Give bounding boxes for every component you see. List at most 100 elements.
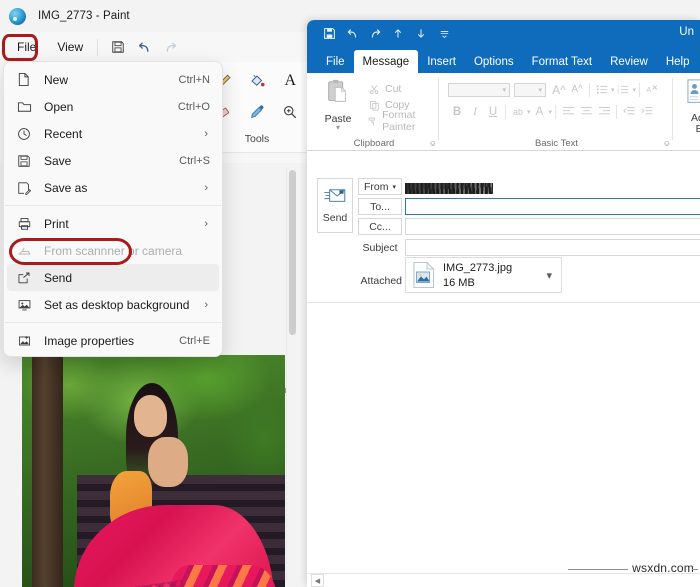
chevron-down-icon[interactable]: ▾ [317, 125, 359, 131]
grow-font-icon[interactable]: A^ [550, 81, 568, 98]
font-size-select[interactable]: ▾ [514, 83, 546, 97]
outlook-horizontal-scrollbar[interactable]: ◀ [307, 573, 700, 587]
from-button[interactable]: From ▾ [358, 178, 402, 195]
menu-item-recent[interactable]: Recent › [7, 120, 219, 147]
fill-bucket-icon[interactable] [244, 69, 270, 93]
menu-item-from-scanner-or-camera: From scannner or camera [7, 237, 219, 264]
format-painter-icon [366, 116, 379, 127]
down-arrow-icon[interactable] [411, 24, 431, 44]
tab-options[interactable]: Options [465, 50, 523, 73]
format-painter-button[interactable]: Format Painter [366, 113, 439, 129]
menu-item-label: Send [44, 271, 210, 285]
outlook-ribbon-tabs: File Message Insert Options Format Text … [307, 47, 700, 73]
menu-item-open[interactable]: Open Ctrl+O [7, 93, 219, 120]
tab-message[interactable]: Message [354, 50, 419, 73]
outlook-ribbon: Paste ▾ Cut Copy [307, 73, 700, 151]
chevron-down-icon[interactable]: ▾ [546, 269, 555, 282]
attached-label: Attached [347, 275, 402, 287]
address-book-line2: Boo [675, 124, 700, 135]
magnifier-icon[interactable] [277, 100, 303, 124]
clipboard-icon [325, 94, 351, 111]
up-arrow-icon[interactable] [388, 24, 408, 44]
paint-view-menu-button[interactable]: View [48, 35, 92, 59]
save-disk-icon[interactable] [107, 36, 129, 58]
paint-vertical-scrollbar[interactable] [286, 168, 297, 580]
italic-icon[interactable]: I [466, 103, 484, 120]
menu-item-label: Print [44, 217, 204, 231]
menu-item-save[interactable]: Save Ctrl+S [7, 147, 219, 174]
menu-item-image-properties[interactable]: Image properties Ctrl+E [7, 327, 219, 354]
customize-qat-icon[interactable] [434, 24, 454, 44]
from-label: From [364, 181, 389, 193]
menu-item-new[interactable]: New Ctrl+N [7, 66, 219, 93]
numbering-icon[interactable]: 123 [615, 81, 633, 98]
shrink-font-icon[interactable]: A^ [568, 81, 586, 98]
undo-arrow-icon[interactable] [133, 36, 155, 58]
tab-insert[interactable]: Insert [418, 50, 465, 73]
names-group-label: N [675, 138, 700, 149]
svg-text:3: 3 [617, 91, 619, 95]
scissors-icon [366, 84, 382, 95]
tab-help[interactable]: Help [657, 50, 699, 73]
text-tool-icon[interactable]: A [277, 69, 303, 93]
to-button[interactable]: To... [358, 198, 402, 215]
cc-button[interactable]: Cc... [358, 218, 402, 235]
font-color-icon[interactable]: A [531, 103, 549, 120]
menu-item-set-as-desktop-background[interactable]: Set as desktop background › [7, 291, 219, 318]
menu-item-label: Save as [44, 181, 204, 195]
align-right-icon[interactable] [595, 103, 613, 120]
message-body[interactable]: ◀ [307, 303, 700, 587]
menu-item-settings[interactable]: Settings [7, 354, 219, 357]
scrollbar-thumb[interactable] [289, 170, 296, 335]
font-name-select[interactable]: ▾ [448, 83, 510, 97]
tab-format-text[interactable]: Format Text [523, 50, 602, 73]
menu-item-shortcut: Ctrl+S [179, 155, 210, 167]
tab-file[interactable]: File [317, 50, 354, 73]
menu-item-shortcut: Ctrl+O [178, 101, 210, 113]
to-input[interactable] [405, 198, 700, 215]
cut-button[interactable]: Cut [366, 81, 439, 97]
clear-formatting-icon[interactable]: A [643, 81, 661, 98]
toolbar-divider [97, 39, 98, 56]
basic-text-group-label: Basic Text [440, 138, 673, 149]
subject-label: Subject [358, 239, 402, 256]
menu-item-label: Open [44, 100, 178, 114]
scroll-left-arrow[interactable]: ◀ [311, 574, 324, 587]
color-picker-icon[interactable] [244, 100, 270, 124]
save-icon[interactable] [319, 24, 339, 44]
bold-icon[interactable]: B [448, 103, 466, 120]
menu-item-label: Recent [44, 127, 204, 141]
menu-item-print[interactable]: Print › [7, 210, 219, 237]
send-envelope-icon [324, 188, 346, 209]
clipboard-dialog-launcher[interactable]: ⎉ [430, 139, 436, 149]
bullets-icon[interactable] [593, 81, 611, 98]
save-as-icon [17, 179, 39, 196]
align-center-icon[interactable] [577, 103, 595, 120]
align-left-icon[interactable] [559, 103, 577, 120]
send-button[interactable]: Send [317, 178, 353, 233]
menu-separator [5, 322, 221, 323]
subject-input[interactable] [405, 239, 700, 256]
undo-icon[interactable] [342, 24, 362, 44]
attachment-chip[interactable]: IMG_2773.jpg 16 MB ▾ [405, 257, 562, 293]
basic-text-dialog-launcher[interactable]: ⎉ [664, 139, 670, 149]
cc-input[interactable] [405, 218, 700, 235]
underline-icon[interactable]: U [484, 103, 502, 120]
increase-indent-icon[interactable] [638, 103, 656, 120]
paste-button[interactable]: Paste ▾ [317, 79, 359, 131]
send-share-icon [17, 269, 39, 286]
paint-toolbar: File View [0, 32, 307, 62]
address-book-icon[interactable] [686, 78, 700, 113]
send-label: Send [323, 212, 348, 224]
tab-review[interactable]: Review [601, 50, 657, 73]
chevron-down-icon: ▾ [392, 183, 396, 191]
text-highlight-icon[interactable]: ab [509, 103, 527, 120]
paint-file-menu: New Ctrl+N Open Ctrl+O Recent › Save Ctr… [3, 61, 223, 357]
decrease-indent-icon[interactable] [620, 103, 638, 120]
menu-item-send[interactable]: Send [7, 264, 219, 291]
redo-icon[interactable] [365, 24, 385, 44]
desktop-background-icon [17, 296, 39, 313]
menu-item-save-as[interactable]: Save as › [7, 174, 219, 201]
attachment-file-name: IMG_2773.jpg [443, 262, 512, 274]
paint-file-menu-button[interactable]: File [8, 35, 45, 59]
